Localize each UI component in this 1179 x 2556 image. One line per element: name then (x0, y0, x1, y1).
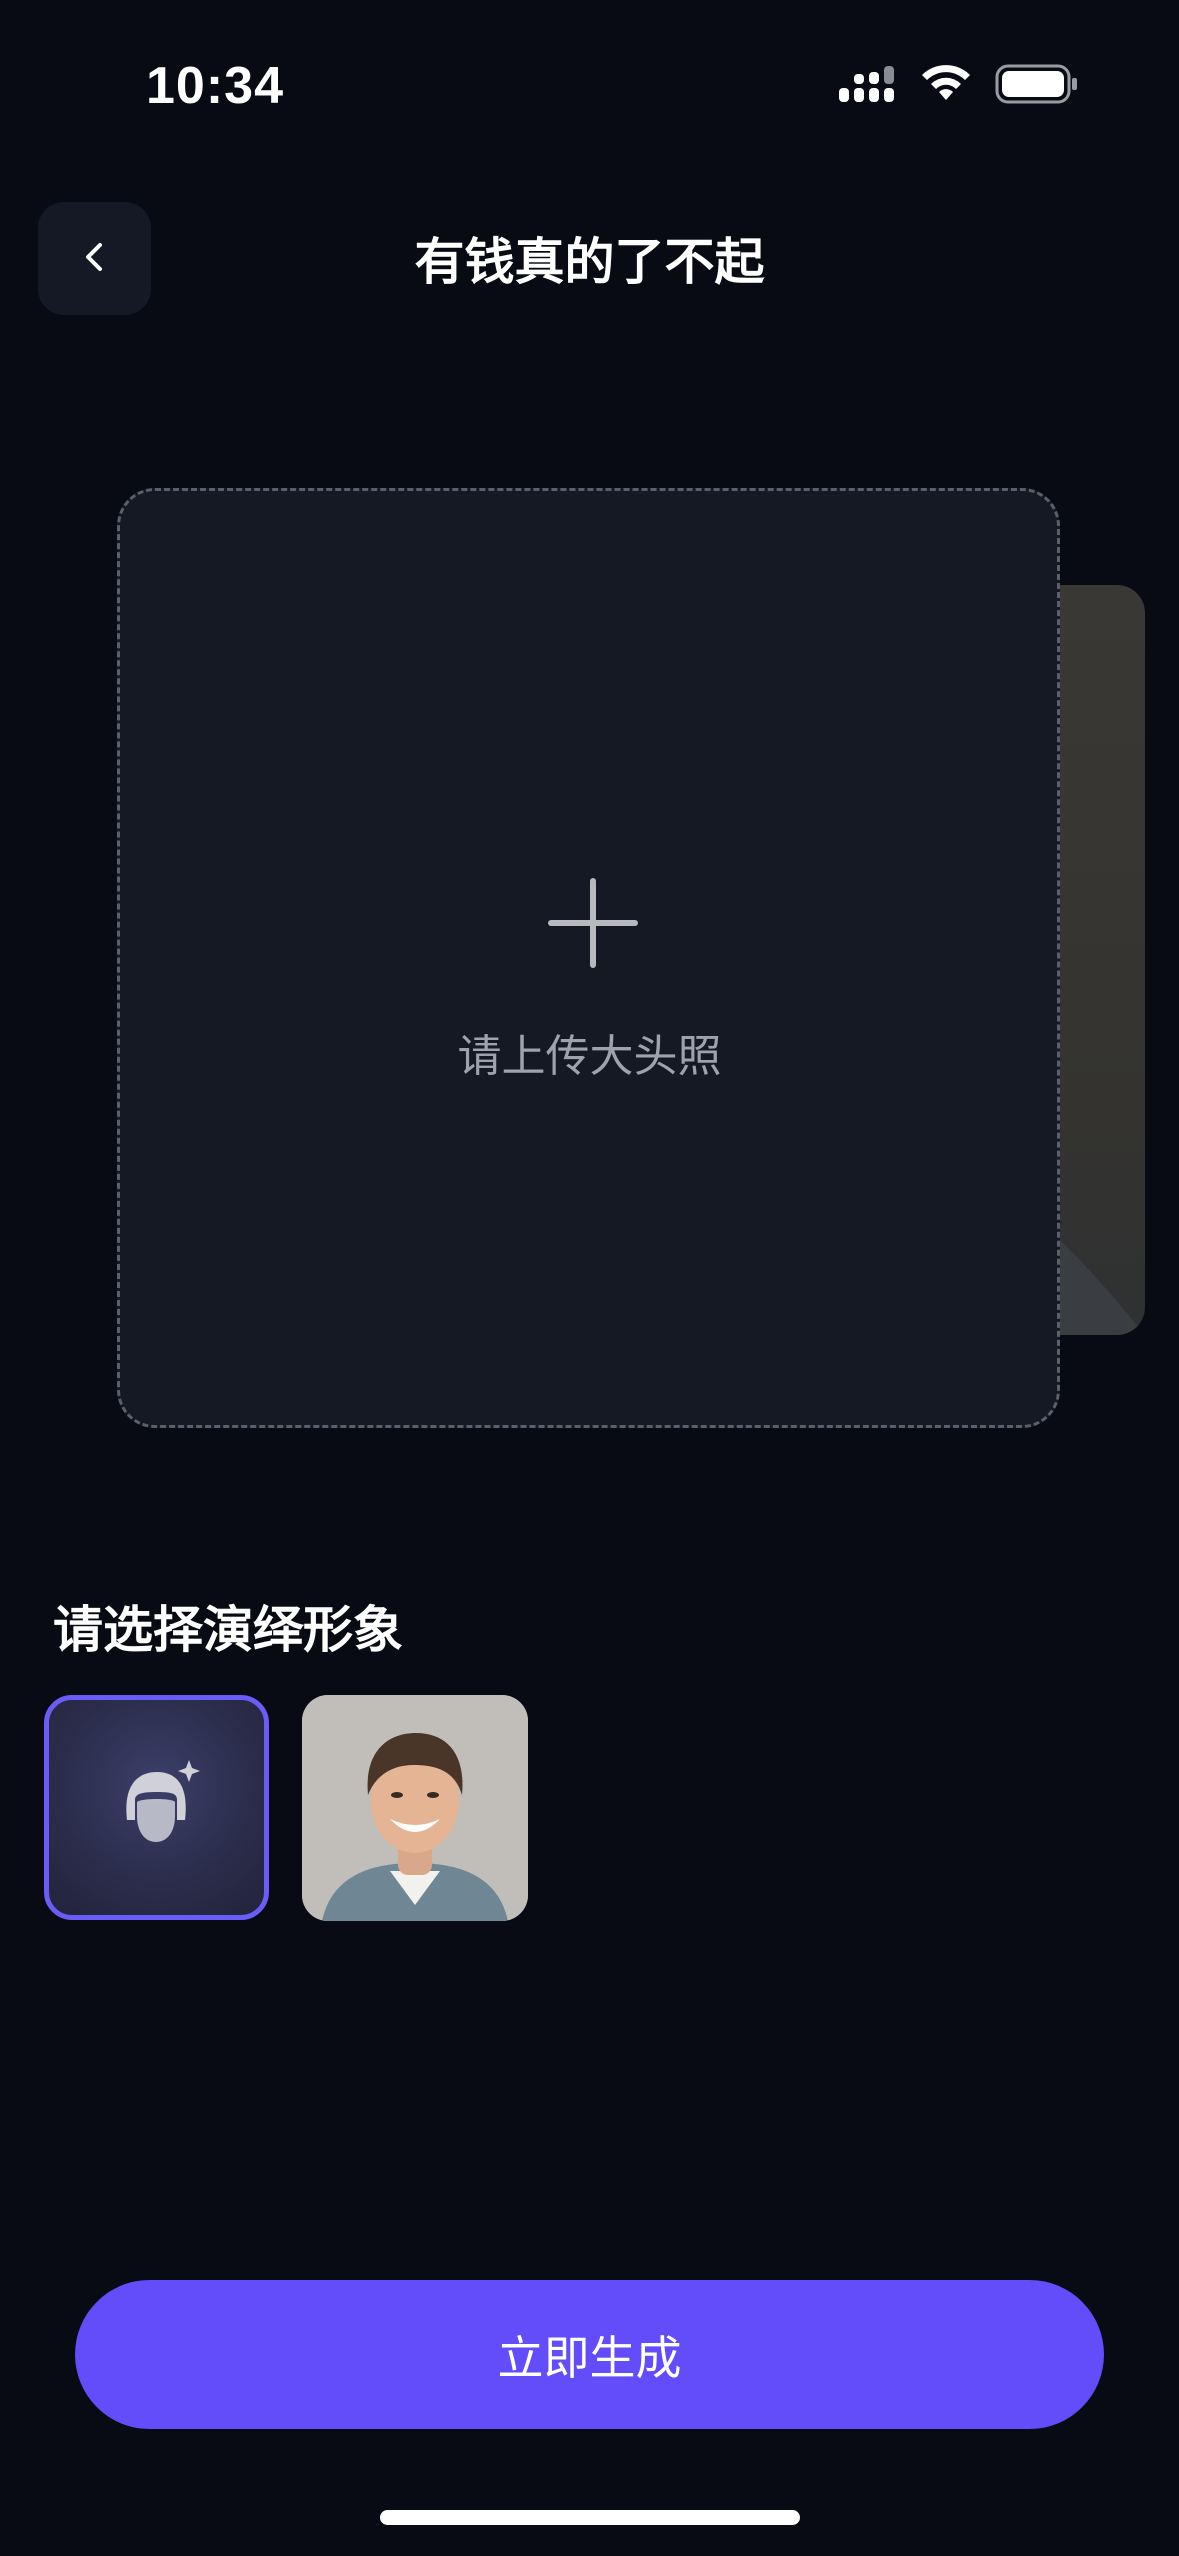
avatar-sparkle-icon (97, 1746, 217, 1870)
upload-hint: 请上传大头照 (457, 1031, 722, 1082)
status-time: 10:34 (146, 57, 284, 115)
page-title: 有钱真的了不起 (414, 233, 765, 291)
status-icons (837, 64, 1079, 108)
section-title: 请选择演绎形象 (53, 1601, 403, 1659)
avatar-option-default[interactable] (44, 1695, 269, 1920)
home-indicator[interactable] (380, 2510, 800, 2525)
generate-button[interactable]: 立即生成 (75, 2280, 1104, 2429)
person-portrait-image (302, 1695, 528, 1921)
battery-icon (995, 64, 1079, 108)
plus-icon (548, 878, 638, 972)
upload-photo-area[interactable] (117, 488, 1060, 1428)
wifi-icon (919, 64, 973, 108)
avatar-option-photo[interactable] (302, 1695, 528, 1921)
cellular-signal-icon (837, 64, 897, 108)
